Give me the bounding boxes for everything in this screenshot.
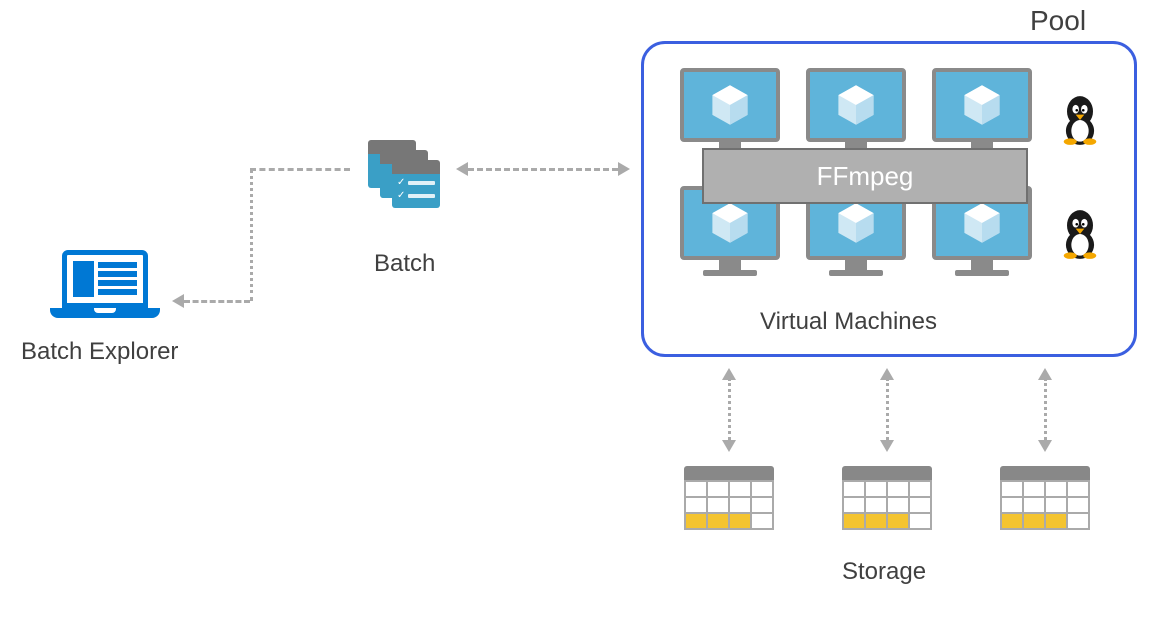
batch-label: Batch — [374, 250, 435, 278]
storage-1 — [684, 466, 774, 530]
connector-pool-storage-1 — [728, 378, 731, 440]
arrowhead-up-3-icon — [1038, 368, 1052, 380]
cube-icon — [708, 201, 752, 245]
arrowhead-down-2-icon — [880, 440, 894, 452]
connector-pool-storage-3 — [1044, 378, 1047, 440]
cube-icon — [834, 201, 878, 245]
storage-label: Storage — [842, 558, 926, 586]
virtual-machines-label: Virtual Machines — [760, 308, 937, 336]
arrowhead-to-batch-icon — [456, 162, 468, 176]
arrowhead-to-explorer-icon — [172, 294, 184, 308]
cube-icon — [960, 83, 1004, 127]
arrowhead-down-1-icon — [722, 440, 736, 452]
storage-3 — [1000, 466, 1090, 530]
connector-batch-to-explorer-v — [250, 169, 253, 301]
cube-icon — [960, 201, 1004, 245]
batch-service-icon: ✓ ✓ — [368, 140, 430, 202]
batch-explorer-laptop-icon — [62, 250, 160, 318]
arrowhead-to-pool-icon — [618, 162, 630, 176]
arrowhead-down-3-icon — [1038, 440, 1052, 452]
vm-3 — [932, 68, 1032, 158]
linux-penguin-icon — [1058, 208, 1102, 260]
arrowhead-up-2-icon — [880, 368, 894, 380]
vm-2 — [806, 68, 906, 158]
linux-penguin-icon — [1058, 94, 1102, 146]
ffmpeg-box: FFmpeg — [702, 148, 1028, 204]
connector-batch-to-explorer-h2 — [184, 300, 250, 303]
connector-batch-to-explorer-h1 — [250, 168, 350, 171]
arrowhead-up-1-icon — [722, 368, 736, 380]
batch-explorer-label: Batch Explorer — [21, 338, 178, 366]
connector-pool-storage-2 — [886, 378, 889, 440]
cube-icon — [834, 83, 878, 127]
connector-batch-to-pool — [468, 168, 618, 171]
pool-label: Pool — [1030, 5, 1086, 37]
ffmpeg-label: FFmpeg — [817, 161, 914, 192]
cube-icon — [708, 83, 752, 127]
storage-2 — [842, 466, 932, 530]
vm-1 — [680, 68, 780, 158]
